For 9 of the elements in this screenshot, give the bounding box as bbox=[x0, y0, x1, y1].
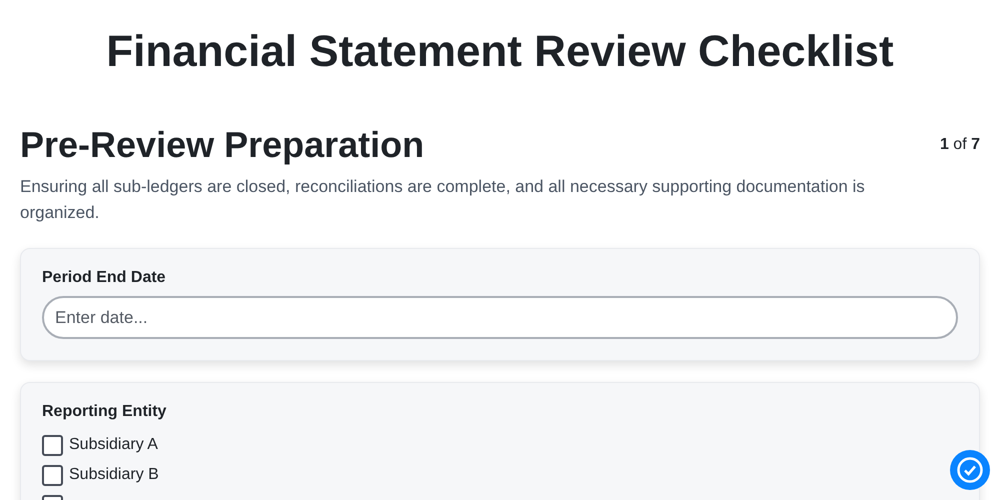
page-title: Financial Statement Review Checklist bbox=[105, 26, 895, 78]
step-counter: 1 of 7 bbox=[940, 136, 980, 154]
date-input[interactable]: Enter date... bbox=[42, 296, 958, 339]
checkbox-label: Subsidiary A bbox=[69, 436, 158, 454]
field-label: Reporting Entity bbox=[42, 403, 166, 421]
section-heading: Pre-Review Preparation bbox=[20, 124, 424, 166]
checkbox-label: Subsidiary B bbox=[69, 466, 159, 484]
section-description: Ensuring all sub-ledgers are closed, reconciliations are complete, and all necessary supporting documentation is organized. bbox=[20, 176, 866, 224]
field-label: Period End Date bbox=[42, 269, 166, 287]
